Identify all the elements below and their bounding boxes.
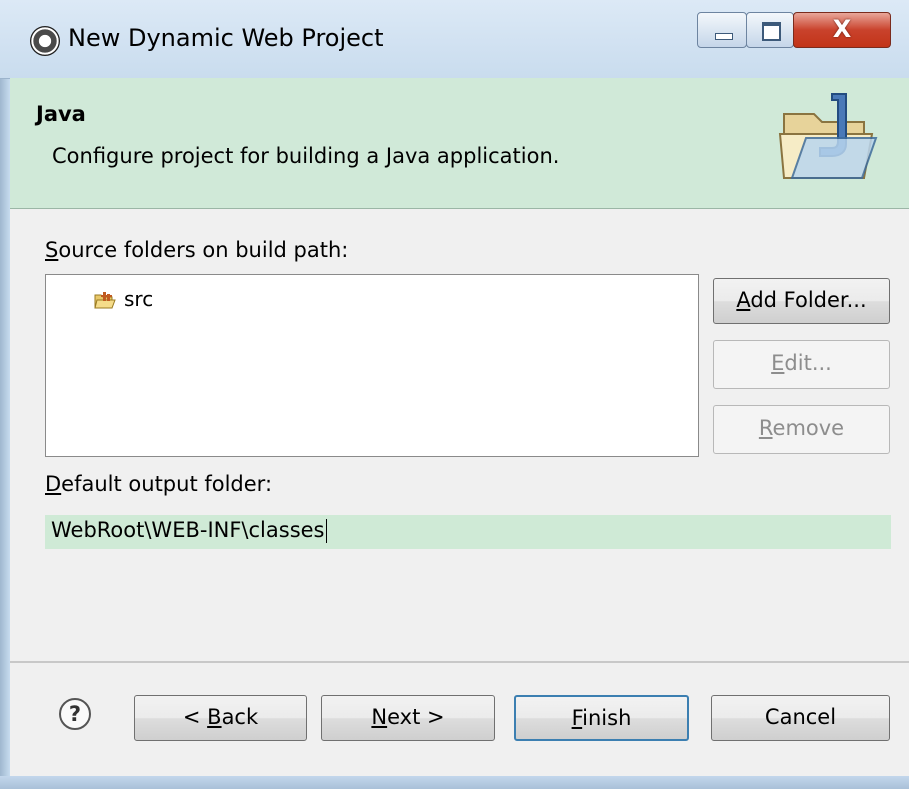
- default-output-label: Default output folder:: [45, 472, 273, 496]
- close-button[interactable]: X: [793, 12, 891, 48]
- folder-java-wizard-icon: [778, 93, 878, 179]
- package-folder-icon: [94, 290, 116, 309]
- list-item[interactable]: src: [94, 287, 153, 311]
- wizard-banner: Java Configure project for building a Ja…: [10, 78, 909, 209]
- wizard-content: Source folders on build path: src Add Fo…: [10, 209, 909, 661]
- window-frame-bottom: [0, 776, 909, 789]
- source-folders-label: Source folders on build path:: [45, 238, 349, 262]
- wizard-footer: ? < Back Next > Finish Cancel: [10, 663, 909, 776]
- title-bar[interactable]: New Dynamic Web Project X: [0, 0, 909, 79]
- next-button[interactable]: Next >: [321, 695, 495, 741]
- back-button[interactable]: < Back: [134, 695, 307, 741]
- help-icon[interactable]: ?: [59, 698, 91, 730]
- minimize-icon: [715, 33, 733, 40]
- add-folder-button[interactable]: Add Folder...: [713, 278, 890, 324]
- default-output-folder-input[interactable]: WebRoot\WEB-INF\classes: [45, 515, 891, 549]
- window-frame-left: [0, 0, 10, 789]
- close-icon: X: [832, 15, 852, 43]
- finish-button[interactable]: Finish: [514, 695, 689, 741]
- text-caret: [325, 519, 327, 543]
- edit-button[interactable]: Edit...: [713, 340, 890, 389]
- src-folder-label: src: [124, 287, 154, 311]
- minimize-button[interactable]: [697, 12, 747, 48]
- dialog-window: New Dynamic Web Project X Java Configure…: [0, 0, 909, 789]
- maximize-icon: [762, 22, 781, 41]
- maximize-button[interactable]: [746, 12, 794, 48]
- eclipse-app-icon: [30, 26, 60, 56]
- cancel-button[interactable]: Cancel: [711, 695, 890, 741]
- window-title: New Dynamic Web Project: [68, 24, 384, 52]
- page-description: Configure project for building a Java ap…: [52, 144, 560, 168]
- page-title: Java: [36, 102, 86, 126]
- remove-button[interactable]: Remove: [713, 405, 890, 454]
- source-folders-list[interactable]: src: [45, 274, 699, 457]
